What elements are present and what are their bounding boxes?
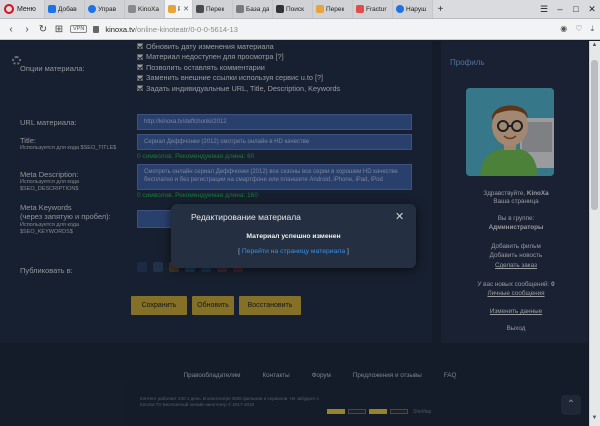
dialog-message: Материал успешно изменен [246, 233, 341, 240]
window-controls: ☰ – □ ✕ [536, 0, 600, 18]
browser-tab[interactable]: Наруш [392, 0, 432, 18]
scrollbar-thumb[interactable] [591, 60, 598, 210]
url-field[interactable]: kinoxa.tv/online-kinoteatr/0-0-0-5614-13 [105, 25, 238, 34]
tab-close-icon[interactable]: ✕ [183, 5, 189, 13]
tab-favicon-icon [396, 5, 404, 13]
browser-menu-button[interactable]: Меню [0, 0, 44, 18]
tabs-menu-icon[interactable]: ☰ [536, 4, 552, 15]
reload-icon[interactable]: ↻ [38, 24, 48, 35]
new-tab-button[interactable]: + [432, 0, 448, 18]
browser-tab[interactable]: Поиск [272, 0, 312, 18]
browser-tab[interactable]: KinoXa [124, 0, 164, 18]
minimize-icon[interactable]: – [552, 4, 568, 14]
grid-icon[interactable]: ⊞ [54, 24, 64, 35]
tab-favicon-icon [48, 5, 56, 13]
forward-icon[interactable]: › [22, 24, 32, 35]
tab-favicon-icon [236, 5, 244, 13]
address-bar: ‹ › ↻ ⊞ VPN kinoxa.tv/online-kinoteatr/0… [0, 19, 600, 40]
tab-favicon-icon [356, 5, 364, 13]
dialog-title: Редактирование материала [191, 212, 301, 222]
browser-tab-active[interactable]: Реда✕ [164, 0, 192, 18]
close-window-icon[interactable]: ✕ [584, 4, 600, 15]
browser-tab[interactable]: Добав [44, 0, 84, 18]
browser-tab[interactable]: Fractur [352, 0, 392, 18]
maximize-icon[interactable]: □ [568, 4, 584, 14]
tab-favicon-icon [88, 5, 96, 13]
tab-favicon-icon [196, 5, 204, 13]
address-bar-icons: ◉ ♡ ⤓ [560, 24, 594, 34]
opera-logo-icon [4, 4, 14, 14]
browser-tab[interactable]: Перек [192, 0, 232, 18]
tab-favicon-icon [128, 5, 136, 13]
lock-icon[interactable] [93, 25, 100, 33]
browser-tab[interactable]: Управ [84, 0, 124, 18]
tab-favicon-icon [276, 5, 284, 13]
tab-favicon-icon [168, 5, 176, 13]
url-domain: kinoxa.tv [105, 24, 135, 34]
vpn-badge[interactable]: VPN [70, 25, 88, 33]
go-to-material-link[interactable]: Перейти на страницу материала [242, 248, 345, 255]
bracket-close: ] [345, 248, 349, 255]
browser-tab[interactable]: База дан [232, 0, 272, 18]
edit-success-dialog: Редактирование материала ✕ Материал успе… [171, 204, 416, 268]
camera-icon[interactable]: ◉ [560, 24, 567, 34]
scroll-down-icon[interactable]: ▼ [590, 415, 599, 424]
back-icon[interactable]: ‹ [6, 24, 16, 35]
browser-tab-bar: Меню Добав Управ KinoXa Реда✕ Перек База… [0, 0, 600, 19]
url-path: /online-kinoteatr/0-0-0-5614-13 [134, 24, 238, 34]
heart-icon[interactable]: ♡ [575, 24, 582, 34]
download-icon[interactable]: ⤓ [590, 24, 594, 34]
close-icon[interactable]: ✕ [395, 210, 404, 223]
scroll-up-icon[interactable]: ▲ [590, 42, 599, 51]
browser-tab[interactable]: Перек [312, 0, 352, 18]
dialog-link-row: [ Перейти на страницу материала ] [171, 248, 416, 255]
browser-menu-label: Меню [17, 5, 36, 13]
tab-favicon-icon [316, 5, 324, 13]
